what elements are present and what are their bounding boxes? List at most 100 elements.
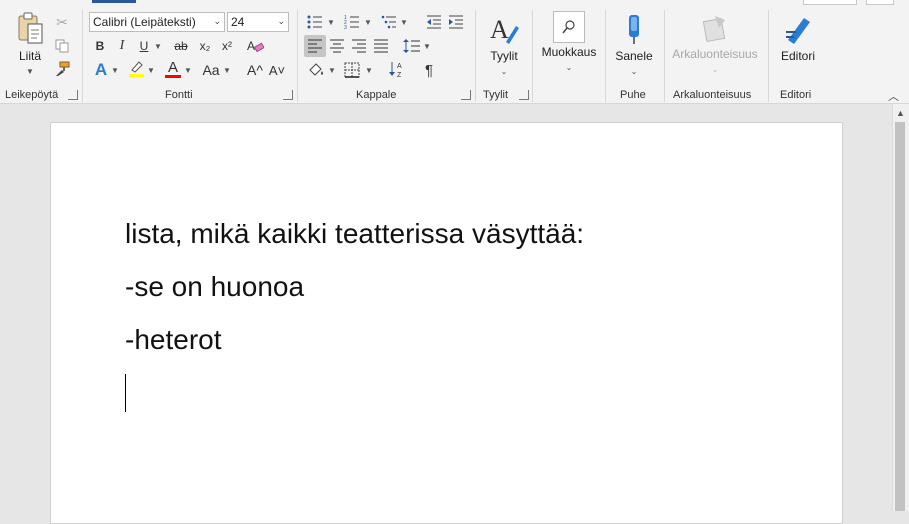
clipboard-launcher-icon[interactable]	[68, 90, 78, 100]
separator	[475, 10, 476, 102]
paste-button[interactable]: Liitä ▼	[10, 12, 50, 77]
separator	[605, 10, 606, 102]
search-icon	[553, 11, 585, 43]
highlight-button[interactable]	[126, 58, 146, 78]
chevron-down-icon[interactable]: ▼	[422, 35, 432, 57]
align-center-icon[interactable]	[327, 35, 347, 57]
clipboard-group-label: Leikepöytä	[5, 89, 59, 101]
chevron-down-icon: ⌄	[500, 67, 508, 76]
grow-font-button[interactable]: A^	[246, 60, 264, 80]
chevron-down-icon[interactable]: ▼	[222, 60, 232, 80]
format-painter-icon[interactable]	[53, 60, 71, 78]
increase-indent-icon[interactable]	[446, 12, 466, 32]
styles-group-label: Tyylit	[483, 89, 509, 101]
italic-button[interactable]: I	[113, 37, 131, 55]
separator	[664, 10, 665, 102]
justify-icon[interactable]	[371, 35, 391, 57]
chevron-down-icon: ⌄	[213, 16, 221, 26]
align-right-icon[interactable]	[349, 35, 369, 57]
font-name-select[interactable]: Calibri (Leipäteksti) ⌄	[89, 12, 225, 32]
chevron-down-icon[interactable]: ▼	[326, 12, 336, 32]
text-cursor	[125, 374, 126, 412]
chevron-down-icon: ⌄	[277, 16, 285, 26]
editor-group-label: Editori	[780, 89, 812, 101]
chevron-down-icon[interactable]: ▼	[146, 60, 156, 80]
borders-icon[interactable]	[342, 60, 362, 80]
styles-label: Tyylit	[490, 49, 518, 63]
font-launcher-icon[interactable]	[283, 90, 293, 100]
shrink-font-button[interactable]: A˅	[268, 60, 286, 80]
microphone-icon	[629, 15, 639, 44]
font-group-label: Fontti	[165, 89, 193, 101]
chevron-down-icon[interactable]: ▼	[327, 60, 337, 80]
chevron-down-icon[interactable]: ▼	[399, 12, 409, 32]
document-line[interactable]: lista, mikä kaikki teatterissa väsyttää:	[125, 218, 584, 250]
svg-text:A: A	[247, 39, 255, 53]
chevron-down-icon[interactable]: ▼	[26, 67, 34, 76]
multilevel-list-icon[interactable]	[379, 12, 399, 32]
paragraph-group-label: Kappale	[356, 89, 397, 101]
svg-text:A: A	[490, 15, 509, 44]
subscript-button[interactable]: x₂	[195, 37, 215, 55]
sort-icon[interactable]: AZ	[387, 58, 407, 80]
align-left-icon[interactable]	[304, 35, 326, 57]
editing-button[interactable]: Muokkaus ⌄	[538, 11, 600, 73]
clear-formatting-icon[interactable]: A	[244, 36, 266, 56]
font-color-letter: A	[167, 59, 178, 76]
separator	[768, 10, 769, 102]
strikethrough-button[interactable]: ab	[170, 37, 192, 55]
editor-label: Editori	[780, 49, 815, 63]
cut-icon[interactable]: ✂	[53, 13, 71, 31]
document-page[interactable]	[50, 122, 843, 524]
font-size-value: 24	[231, 15, 245, 29]
font-name-value: Calibri (Leipäteksti)	[93, 15, 196, 29]
copy-icon[interactable]	[53, 37, 71, 55]
chevron-down-icon[interactable]: ▼	[110, 60, 120, 80]
styles-icon: A	[490, 15, 519, 44]
numbering-icon[interactable]: 123	[342, 12, 362, 32]
active-tab-indicator	[92, 0, 136, 3]
line-spacing-icon[interactable]	[402, 35, 422, 57]
font-size-select[interactable]: 24 ⌄	[227, 12, 289, 32]
scroll-up-icon[interactable]: ▲	[896, 108, 905, 118]
font-color-button[interactable]: A	[163, 58, 183, 80]
sensitivity-button[interactable]: Arkaluonteisuus ⌄	[668, 14, 762, 75]
editing-label: Muokkaus	[541, 45, 597, 59]
top-right-control[interactable]	[803, 0, 857, 5]
change-case-button[interactable]: Aa	[200, 60, 222, 80]
shading-icon[interactable]	[305, 60, 327, 80]
bold-button[interactable]: B	[91, 37, 109, 55]
chevron-down-icon[interactable]: ▼	[153, 37, 163, 55]
underline-button[interactable]: U	[135, 37, 153, 55]
superscript-button[interactable]: x²	[217, 37, 237, 55]
chevron-down-icon: ⌄	[630, 67, 638, 76]
collapse-ribbon-icon[interactable]: ︿	[888, 88, 899, 104]
separator	[297, 10, 298, 102]
sensitivity-group-label: Arkaluonteisuus	[673, 89, 752, 101]
voice-group-label: Puhe	[620, 89, 646, 101]
decrease-indent-icon[interactable]	[424, 12, 444, 32]
sensitivity-label: Arkaluonteisuus	[672, 47, 758, 61]
document-line[interactable]: -se on huonoa	[125, 271, 304, 303]
paste-icon	[18, 12, 43, 44]
dictate-button[interactable]: Sanele ⌄	[613, 14, 655, 77]
document-line[interactable]: -heterot	[125, 324, 222, 356]
chevron-down-icon[interactable]: ▼	[363, 12, 373, 32]
svg-text:Z: Z	[397, 72, 402, 78]
chevron-down-icon[interactable]: ▼	[183, 60, 193, 80]
svg-text:A: A	[397, 63, 402, 70]
bullets-icon[interactable]	[305, 12, 325, 32]
editor-icon	[786, 18, 810, 44]
styles-button[interactable]: A Tyylit ⌄	[484, 14, 524, 77]
top-right-control-2[interactable]	[866, 0, 894, 5]
show-formatting-marks-button[interactable]: ¶	[420, 60, 438, 80]
chevron-down-icon[interactable]: ▼	[364, 60, 374, 80]
scrollbar-thumb[interactable]	[895, 122, 905, 511]
text-effects-button[interactable]: A	[91, 60, 111, 80]
styles-launcher-icon[interactable]	[519, 90, 529, 100]
paragraph-launcher-icon[interactable]	[461, 90, 471, 100]
chevron-down-icon: ⌄	[565, 63, 573, 72]
editor-button[interactable]: Editori	[776, 14, 820, 63]
font-color-swatch	[165, 75, 181, 78]
sensitivity-icon	[702, 16, 726, 42]
